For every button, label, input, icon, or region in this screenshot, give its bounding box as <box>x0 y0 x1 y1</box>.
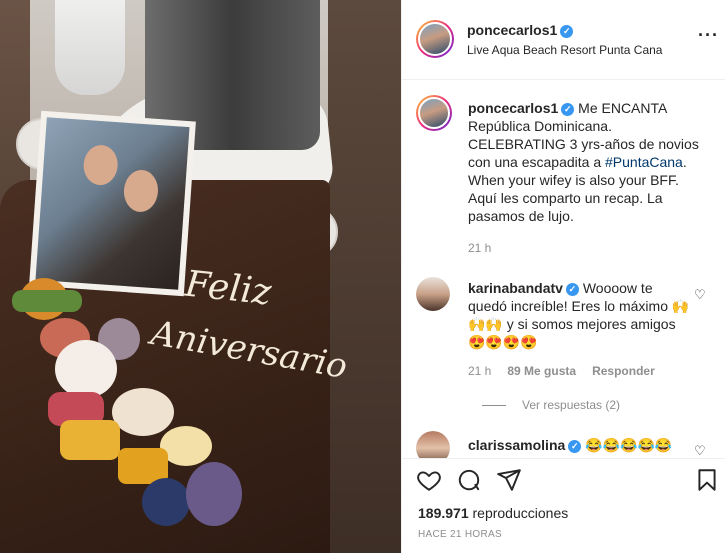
author-username[interactable]: poncecarlos1 ✓ <box>467 22 574 38</box>
comment-meta: 21 h 89 Me gusta Responder <box>468 364 655 378</box>
comment-time: 21 h <box>468 364 492 378</box>
views-label: reproducciones <box>472 505 569 521</box>
dessert <box>12 290 82 312</box>
caption-time: 21 h <box>468 241 492 255</box>
dessert <box>142 478 190 526</box>
hashtag-link[interactable]: #PuntaCana <box>605 154 683 170</box>
views-number: 189.971 <box>418 505 469 521</box>
table-background-right <box>328 0 401 553</box>
post-actions: 189.971 reproducciones HACE 21 HORAS <box>402 458 725 553</box>
dessert <box>112 388 174 436</box>
comment-username[interactable]: clarissamolina <box>468 437 565 453</box>
heart-icon[interactable] <box>416 467 442 493</box>
verified-badge-icon: ✓ <box>565 282 579 296</box>
dessert <box>55 340 117 398</box>
comment-text: karinabandatv ✓ Woooow te quedó increíble… <box>468 279 690 351</box>
share-icon[interactable] <box>496 467 522 493</box>
post-panel: poncecarlos1 ✓ Live Aqua Beach Resort Pun… <box>401 0 725 553</box>
post-header: poncecarlos1 ✓ Live Aqua Beach Resort Pun… <box>402 0 725 80</box>
verified-badge-icon: ✓ <box>568 439 582 453</box>
comment-icon[interactable] <box>456 467 482 493</box>
author-username-text[interactable]: poncecarlos1 <box>467 22 557 38</box>
couple-photo <box>29 110 196 297</box>
post-location[interactable]: Live Aqua Beach Resort Punta Cana <box>467 43 662 57</box>
comment-likes[interactable]: 89 Me gusta <box>507 364 576 378</box>
bookmark-icon[interactable] <box>694 467 720 493</box>
caption-text: poncecarlos1 ✓ Me ENCANTA República Domin… <box>468 99 708 225</box>
comment-avatar[interactable] <box>416 431 450 458</box>
replies-line <box>482 405 506 407</box>
comment-username[interactable]: karinabandatv <box>468 280 563 296</box>
comments-section[interactable]: poncecarlos1 ✓ Me ENCANTA República Domin… <box>402 81 725 458</box>
caption-avatar[interactable] <box>416 95 452 131</box>
view-replies-label[interactable]: Ver respuestas (2) <box>522 398 620 412</box>
view-replies-button[interactable]: Ver respuestas (2) <box>482 398 620 412</box>
verified-badge-icon: ✓ <box>561 102 575 116</box>
comment-like-heart-icon[interactable]: ♡ <box>694 287 706 303</box>
champagne-glass <box>55 0 125 95</box>
comment-text: clarissamolina ✓ 😂😂😂😂😂 <box>468 436 690 454</box>
posted-time[interactable]: HACE 21 HORAS <box>418 529 502 540</box>
comment-avatar[interactable] <box>416 277 450 311</box>
verified-badge-icon: ✓ <box>560 24 574 38</box>
comment-reply-button[interactable]: Responder <box>592 364 655 378</box>
caption-username[interactable]: poncecarlos1 <box>468 100 558 116</box>
views-count[interactable]: 189.971 reproducciones <box>418 505 568 521</box>
dessert <box>60 420 120 460</box>
post-media[interactable]: Feliz Aniversario <box>0 0 401 553</box>
dessert <box>186 462 242 526</box>
more-horizontal-icon[interactable]: ··· <box>698 26 719 44</box>
comment-body: 😂😂😂😂😂 <box>585 437 673 453</box>
author-avatar[interactable] <box>416 20 454 58</box>
comment-like-heart-icon[interactable]: ♡ <box>694 443 706 458</box>
